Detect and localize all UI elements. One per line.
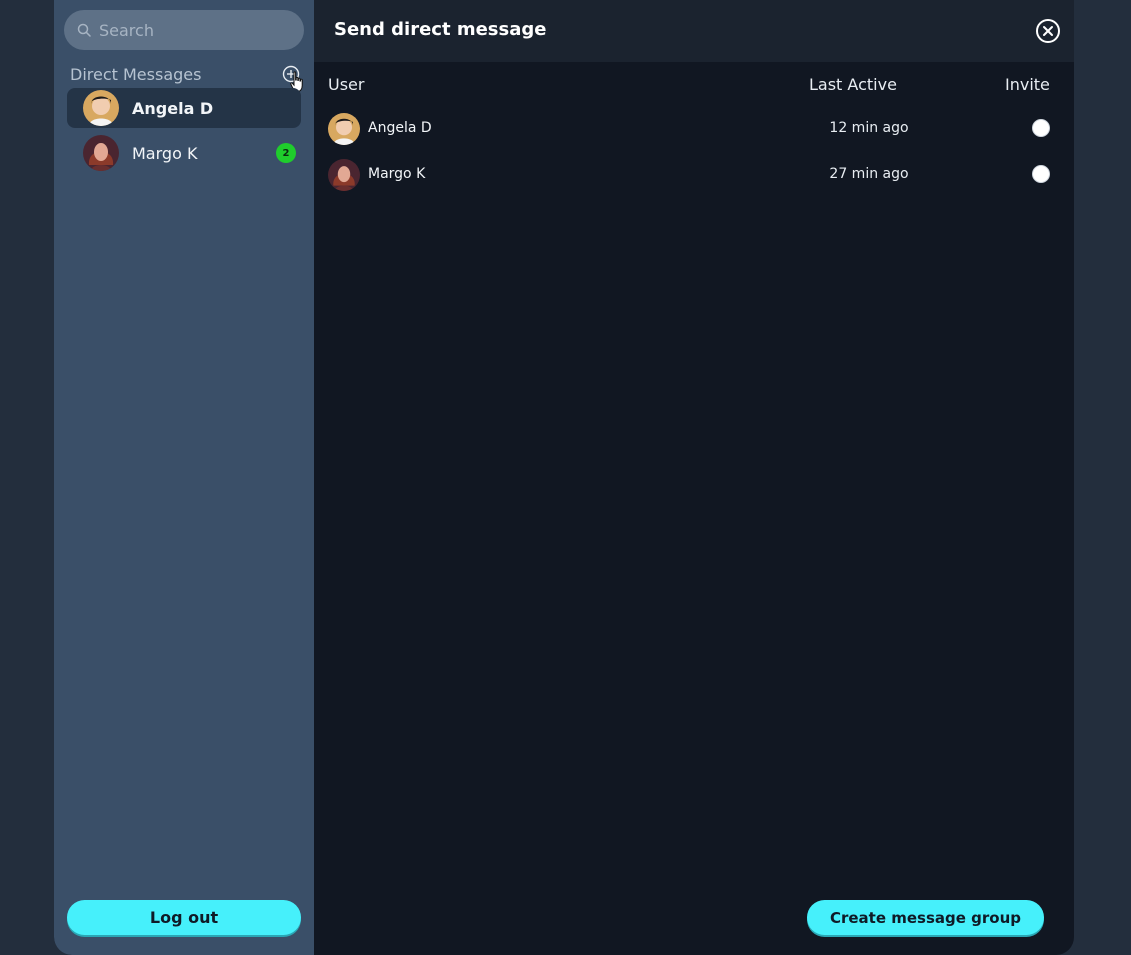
messaging-app: Direct Messages — [54, 0, 1074, 955]
logout-button[interactable]: Log out — [67, 900, 301, 935]
avatar — [83, 135, 119, 171]
invite-radio[interactable] — [1032, 165, 1050, 183]
add-direct-message-button[interactable] — [282, 65, 303, 93]
column-header-invite: Invite — [1005, 75, 1050, 94]
dialog-title: Send direct message — [334, 19, 547, 40]
last-active: 12 min ago — [829, 120, 909, 136]
search-bar[interactable] — [64, 10, 304, 50]
close-circle-icon — [1036, 19, 1060, 43]
table-row: Margo K 27 min ago — [328, 159, 1058, 191]
avatar — [328, 113, 360, 145]
avatar — [328, 159, 360, 191]
close-button[interactable] — [1035, 18, 1061, 44]
search-icon — [77, 23, 91, 37]
create-message-group-button[interactable]: Create message group — [807, 900, 1044, 935]
send-direct-message-dialog: Send direct message User Last Active Inv… — [314, 0, 1074, 955]
column-header-user: User — [328, 75, 365, 94]
user-name: Angela D — [368, 120, 432, 136]
column-header-last-active: Last Active — [809, 75, 897, 94]
contact-name: Margo K — [132, 143, 198, 163]
contact-item-angela[interactable]: Angela D — [67, 88, 301, 128]
table-row: Angela D 12 min ago — [328, 113, 1058, 145]
search-input[interactable] — [97, 19, 291, 41]
avatar — [83, 90, 119, 126]
sidebar: Direct Messages — [54, 0, 314, 955]
user-name: Margo K — [368, 166, 426, 182]
dialog-header: Send direct message — [314, 0, 1074, 62]
section-title: Direct Messages — [70, 64, 202, 84]
last-active: 27 min ago — [829, 166, 909, 182]
direct-messages-header: Direct Messages — [70, 63, 303, 93]
unread-count-badge: 2 — [276, 143, 296, 163]
contact-item-margo[interactable]: Margo K 2 — [67, 133, 301, 173]
invite-radio[interactable] — [1032, 119, 1050, 137]
contact-name: Angela D — [132, 98, 214, 118]
